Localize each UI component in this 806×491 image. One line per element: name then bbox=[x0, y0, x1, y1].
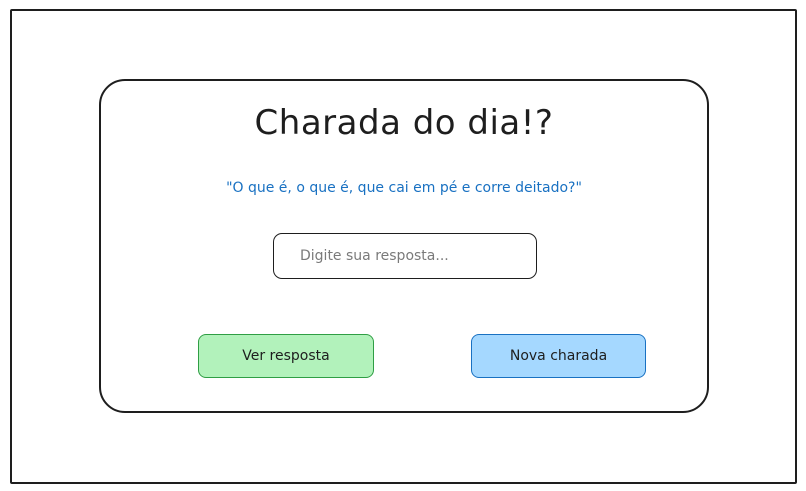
answer-input[interactable] bbox=[273, 233, 537, 279]
new-riddle-button[interactable]: Nova charada bbox=[471, 334, 646, 378]
show-answer-button[interactable]: Ver resposta bbox=[198, 334, 374, 378]
page-title: Charada do dia!? bbox=[254, 103, 554, 143]
riddle-text: "O que é, o que é, que cai em pé e corre… bbox=[226, 180, 582, 196]
riddle-card: Charada do dia!? "O que é, o que é, que … bbox=[99, 79, 709, 413]
